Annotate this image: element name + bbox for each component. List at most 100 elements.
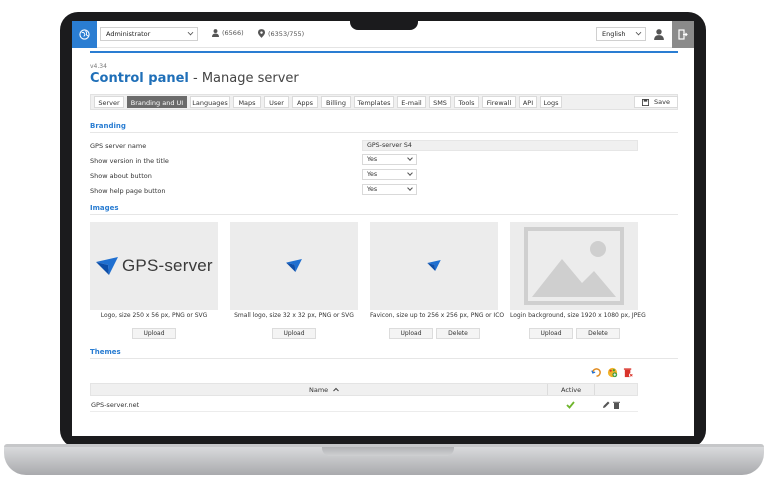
users-count-text: (6566) <box>222 29 244 37</box>
logout-icon <box>678 29 688 40</box>
images-heading: Images <box>90 204 119 212</box>
name-column-header[interactable]: Name <box>309 386 340 394</box>
import-theme-button[interactable] <box>591 367 603 379</box>
show-help-select[interactable]: Yes <box>362 184 417 195</box>
logo-mark-icon <box>96 257 118 275</box>
tab-sms[interactable]: SMS <box>429 96 451 108</box>
favicon-delete-button[interactable]: Delete <box>436 328 480 339</box>
language-select-value: English <box>602 30 626 38</box>
tab-firewall[interactable]: Firewall <box>482 96 516 108</box>
server-name-label: GPS server name <box>90 142 147 150</box>
checkmark-icon <box>566 401 575 409</box>
objects-count-text: (6353/755) <box>268 29 305 38</box>
palette-add-icon <box>607 367 618 378</box>
themes-divider <box>90 358 678 359</box>
user-icon <box>654 29 664 40</box>
tab-user[interactable]: User <box>264 96 289 108</box>
add-theme-button[interactable] <box>607 367 619 379</box>
tab-languages[interactable]: Languages <box>190 96 230 108</box>
users-count[interactable]: (6566) <box>212 29 244 37</box>
logo-text: GPS-server <box>122 256 213 275</box>
column-divider <box>594 384 595 395</box>
chevron-down-icon <box>407 185 413 191</box>
chevron-down-icon <box>407 170 413 176</box>
chevron-down-icon <box>407 155 413 161</box>
small-logo-upload-button[interactable]: Upload <box>272 328 316 339</box>
small-logo-preview <box>230 222 358 310</box>
tab-tools[interactable]: Tools <box>454 96 479 108</box>
name-column-label: Name <box>309 386 329 394</box>
branding-divider <box>90 132 678 133</box>
tab-api[interactable]: API <box>519 96 537 108</box>
small-logo-caption: Small logo, size 32 x 32 px, PNG or SVG <box>234 312 354 319</box>
tab-apps[interactable]: Apps <box>292 96 318 108</box>
page-title-rest: - Manage server <box>188 71 299 86</box>
save-icon <box>642 98 650 106</box>
favicon-upload-button[interactable]: Upload <box>389 328 433 339</box>
show-version-label: Show version in the title <box>90 157 169 165</box>
user-select[interactable]: Administrator <box>100 27 198 41</box>
save-button[interactable]: Save <box>634 96 678 108</box>
branding-heading: Branding <box>90 122 126 130</box>
server-name-input[interactable]: GPS-server S4 <box>362 140 638 151</box>
show-help-label: Show help page button <box>90 187 166 195</box>
logo-caption: Logo, size 250 x 56 px, PNG or SVG <box>100 312 208 319</box>
active-column-header: Active <box>561 386 582 394</box>
laptop-base <box>4 447 764 475</box>
login-background-caption: Login background, size 1920 x 1080 px, J… <box>510 312 646 319</box>
sort-up-icon <box>333 387 340 392</box>
trash-red-icon <box>623 368 634 378</box>
globe-button[interactable] <box>72 21 97 48</box>
refresh-icon <box>591 368 601 377</box>
tab-branding-and-ui[interactable]: Branding and UI <box>127 96 187 108</box>
chevron-down-icon <box>187 29 194 36</box>
images-divider <box>90 214 678 215</box>
screen: Administrator (6566) (6353/755) English … <box>72 21 694 436</box>
user-select-value: Administrator <box>106 30 151 38</box>
accent-rule <box>90 51 678 53</box>
account-button[interactable] <box>652 27 666 41</box>
column-divider <box>547 384 548 395</box>
login-background-preview <box>510 222 638 310</box>
logo-mark-icon <box>286 259 302 272</box>
chevron-down-icon <box>635 29 642 36</box>
tab-templates[interactable]: Templates <box>354 96 394 108</box>
tab-strip: Server Branding and UI Languages Maps Us… <box>90 94 678 110</box>
language-select[interactable]: English <box>596 27 646 41</box>
login-background-delete-button[interactable]: Delete <box>576 328 620 339</box>
show-help-value: Yes <box>367 186 378 193</box>
logo-preview: GPS-server <box>90 222 218 310</box>
globe-icon <box>79 29 90 40</box>
tab-email[interactable]: E-mail <box>397 96 426 108</box>
version-label: v4.34 <box>90 63 107 70</box>
favicon-preview <box>370 222 498 310</box>
trash-icon[interactable] <box>613 401 620 409</box>
tab-logs[interactable]: Logs <box>540 96 562 108</box>
login-background-upload-button[interactable]: Upload <box>529 328 573 339</box>
table-row[interactable]: GPS-server.net <box>90 398 638 412</box>
tab-billing[interactable]: Billing <box>321 96 351 108</box>
show-about-select[interactable]: Yes <box>362 169 417 180</box>
page-title-strong: Control panel <box>90 71 189 86</box>
objects-count[interactable]: (6353/755) <box>258 29 304 38</box>
logo-mark-icon <box>427 260 441 271</box>
tab-maps[interactable]: Maps <box>233 96 261 108</box>
theme-name: GPS-server.net <box>91 401 140 409</box>
edit-icon[interactable] <box>602 401 610 409</box>
camera-notch <box>350 12 418 30</box>
show-version-select[interactable]: Yes <box>362 154 417 165</box>
favicon-caption: Favicon, size up to 256 x 256 px, PNG or… <box>370 312 505 319</box>
tab-server[interactable]: Server <box>94 96 124 108</box>
page-title: Control panel - Manage server <box>90 71 299 86</box>
logo-upload-button[interactable]: Upload <box>132 328 176 339</box>
show-version-value: Yes <box>367 156 378 163</box>
image-placeholder-icon <box>524 227 624 305</box>
show-about-value: Yes <box>367 171 378 178</box>
delete-themes-button[interactable] <box>623 367 635 379</box>
themes-heading: Themes <box>90 348 121 356</box>
user-icon <box>212 29 219 37</box>
themes-table-header: Name Active <box>90 383 638 396</box>
laptop-groove <box>322 447 454 456</box>
logout-button[interactable] <box>672 21 694 48</box>
map-pin-icon <box>258 29 265 38</box>
